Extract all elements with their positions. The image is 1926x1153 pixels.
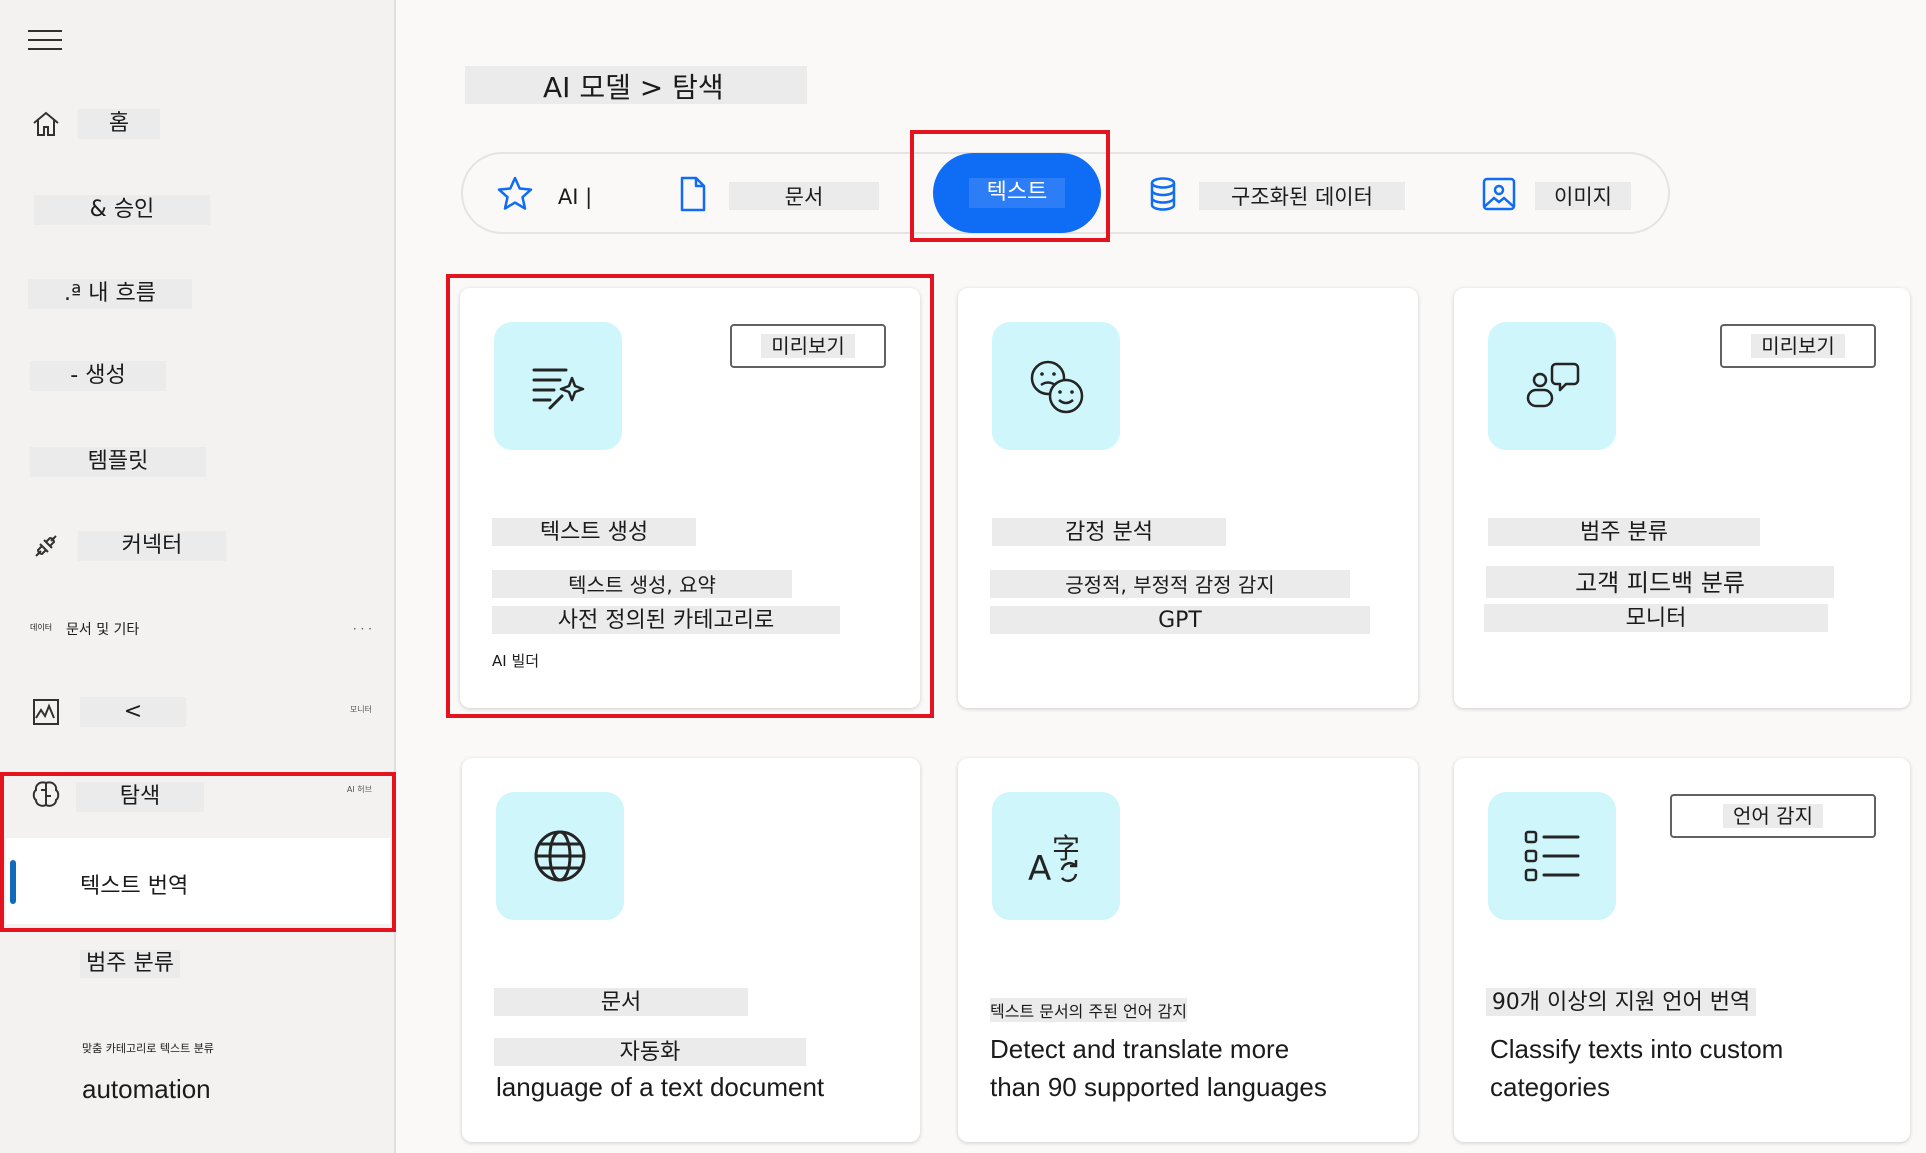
card-description: GPT xyxy=(990,606,1370,634)
globe-icon xyxy=(496,792,624,920)
page-title: AI 모델 > 탐색 xyxy=(465,66,807,104)
sidebar-item-label: 문서 및 기타 xyxy=(66,622,140,638)
sidebar-subitem-custom-classify[interactable]: 맞춤 카테고리로 텍스트 분류 xyxy=(82,1040,214,1056)
sidebar-subitem-automation[interactable]: automation xyxy=(82,1074,211,1105)
sidebar-item-data[interactable]: 데이터 문서 및 기타 · · · xyxy=(0,600,396,660)
card-description: Detect and translate more xyxy=(990,1034,1290,1064)
chat-person-icon xyxy=(1488,322,1616,450)
more-icon[interactable]: · · · xyxy=(353,622,372,636)
sidebar-subitem-category[interactable]: 범주 분류 xyxy=(80,950,180,978)
sidebar-item-connectors[interactable]: 커넥터 xyxy=(0,516,396,576)
sidebar-item-approvals[interactable]: & 승인 xyxy=(0,180,396,240)
sidebar-item-label: .ª 내 흐름 xyxy=(28,279,192,309)
model-card-custom-classification[interactable]: 언어 감지 90개 이상의 지원 언어 번역 Classify texts in… xyxy=(1454,758,1910,1142)
card-description: Classify texts into custom xyxy=(1490,1034,1784,1064)
card-description: 자동화 xyxy=(494,1038,806,1066)
card-description: categories xyxy=(1490,1072,1610,1102)
document-icon xyxy=(673,174,713,214)
card-title: 90개 이상의 지원 언어 번역 xyxy=(1486,988,1756,1016)
tab-structured-data[interactable]: 구조화된 데이터 xyxy=(1143,154,1443,232)
tab-label: 이미지 xyxy=(1535,182,1631,210)
card-description: 고객 피드백 분류 xyxy=(1486,566,1834,598)
database-icon xyxy=(1143,174,1183,214)
card-title: 텍스트 문서의 주된 언어 감지 xyxy=(990,998,1187,1022)
card-description: 긍정적, 부정적 감정 감지 xyxy=(990,570,1350,598)
badge-label: 미리보기 xyxy=(1751,334,1845,358)
card-description: than 90 supported languages xyxy=(990,1072,1327,1102)
tab-image[interactable]: 이미지 xyxy=(1479,154,1649,232)
connector-icon xyxy=(30,530,62,562)
card-description: 모니터 xyxy=(1484,604,1828,632)
tab-document[interactable]: 문서 xyxy=(673,154,903,232)
tab-label: 구조화된 데이터 xyxy=(1199,182,1405,210)
sidebar-item-label: 홈 xyxy=(78,109,160,139)
model-card-category-classification[interactable]: 미리보기 범주 분류 고객 피드백 분류 모니터 xyxy=(1454,288,1910,708)
sidebar-item-create[interactable]: - 생성 xyxy=(0,346,396,406)
image-icon xyxy=(1479,174,1519,214)
badge-label: 언어 감지 xyxy=(1723,804,1823,828)
sidebar: 홈 & 승인 .ª 내 흐름 - 생성 템플릿 커넥터 데이터 문서 및 기타 … xyxy=(0,0,396,1153)
highlight-text-generation-card xyxy=(446,274,934,718)
home-icon xyxy=(30,108,62,140)
sidebar-item-label: 템플릿 xyxy=(30,447,206,477)
model-card-sentiment-analysis[interactable]: 감정 분석 긍정적, 부정적 감정 감지 GPT xyxy=(958,288,1418,708)
list-icon xyxy=(1488,792,1616,920)
tab-label: AI | xyxy=(557,185,593,209)
highlight-sidebar xyxy=(0,772,396,932)
card-title: 문서 xyxy=(494,988,748,1016)
translate-icon: A字 xyxy=(992,792,1120,920)
language-detection-badge: 언어 감지 xyxy=(1670,794,1876,838)
preview-badge: 미리보기 xyxy=(1720,324,1876,368)
sidebar-item-label: & 승인 xyxy=(34,195,210,225)
emoji-icon xyxy=(992,322,1120,450)
card-title: 범주 분류 xyxy=(1488,518,1760,546)
star-icon xyxy=(495,174,535,214)
card-title: 감정 분석 xyxy=(992,518,1226,546)
card-description: language of a text document xyxy=(496,1072,825,1102)
data-icon: 데이터 xyxy=(30,623,53,632)
sidebar-item-label: < xyxy=(80,697,186,727)
sidebar-item-label: - 생성 xyxy=(30,361,166,391)
sidebar-item-my-flows[interactable]: .ª 내 흐름 xyxy=(0,264,396,324)
monitor-icon xyxy=(30,696,62,728)
sidebar-item-home[interactable]: 홈 xyxy=(0,94,396,154)
tab-ai[interactable]: AI | xyxy=(491,154,611,232)
tab-label: 문서 xyxy=(729,182,879,210)
model-card-language-detection[interactable]: 문서 자동화 language of a text document xyxy=(462,758,920,1142)
sidebar-item-label: 커넥터 xyxy=(78,531,226,561)
sidebar-item-extra: 모니터 xyxy=(349,705,372,714)
sidebar-item-templates[interactable]: 템플릿 xyxy=(0,432,396,492)
model-card-text-translation[interactable]: A字 텍스트 문서의 주된 언어 감지 Detect and translate… xyxy=(958,758,1418,1142)
svg-text:A: A xyxy=(1028,849,1051,886)
sidebar-item-monitor[interactable]: < 모니터 xyxy=(0,682,396,742)
highlight-text-tab xyxy=(910,130,1110,242)
hamburger-menu-icon[interactable] xyxy=(28,30,62,52)
